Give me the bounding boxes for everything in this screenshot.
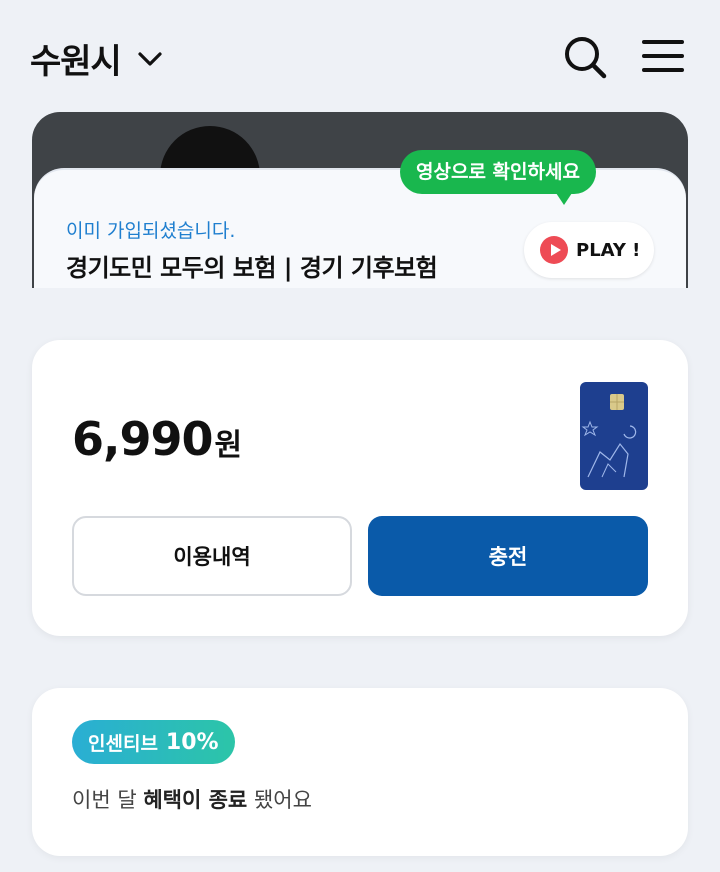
joined-status: 이미 가입되셨습니다. — [66, 220, 236, 242]
search-icon[interactable] — [562, 34, 608, 80]
play-button[interactable]: PLAY ! — [524, 222, 654, 278]
incentive-text-1: 이번 달 — [72, 788, 137, 812]
incentive-text-bold: 혜택이 종료 — [143, 788, 248, 812]
balance-amount: 6,990 원 — [72, 412, 242, 466]
incentive-text-2: 됐어요 — [253, 788, 312, 812]
incentive-badge: 인센티브 10% — [72, 720, 235, 764]
video-tooltip: 영상으로 확인하세요 — [400, 150, 596, 205]
insurance-banner[interactable]: 이미 가입되셨습니다. 경기도민 모두의 보험 | 경기 기후보험 PLAY ! — [32, 112, 688, 288]
currency-unit: 원 — [214, 428, 243, 463]
balance-value: 6,990 — [72, 412, 214, 466]
incentive-card[interactable]: 인센티브 10% 이번 달 혜택이 종료 됐어요 — [32, 688, 688, 856]
city-selector[interactable]: 수원시 — [30, 34, 163, 83]
incentive-rate: 10% — [165, 729, 219, 755]
usage-history-button[interactable]: 이용내역 — [72, 516, 352, 596]
app-header: 수원시 — [0, 0, 720, 112]
charge-button[interactable]: 충전 — [368, 516, 648, 596]
menu-icon[interactable] — [640, 34, 686, 80]
incentive-label: 인센티브 — [88, 732, 158, 755]
play-icon — [540, 236, 568, 264]
incentive-status: 이번 달 혜택이 종료 됐어요 — [72, 784, 312, 814]
city-name: 수원시 — [30, 42, 122, 82]
insurance-title: 경기도민 모두의 보험 | 경기 기후보험 — [66, 254, 438, 282]
play-label: PLAY ! — [576, 239, 641, 261]
gyeonggi-card-image[interactable] — [580, 382, 648, 490]
balance-card: 6,990 원 이용내역 충전 — [32, 340, 688, 636]
chevron-down-icon — [138, 51, 162, 66]
